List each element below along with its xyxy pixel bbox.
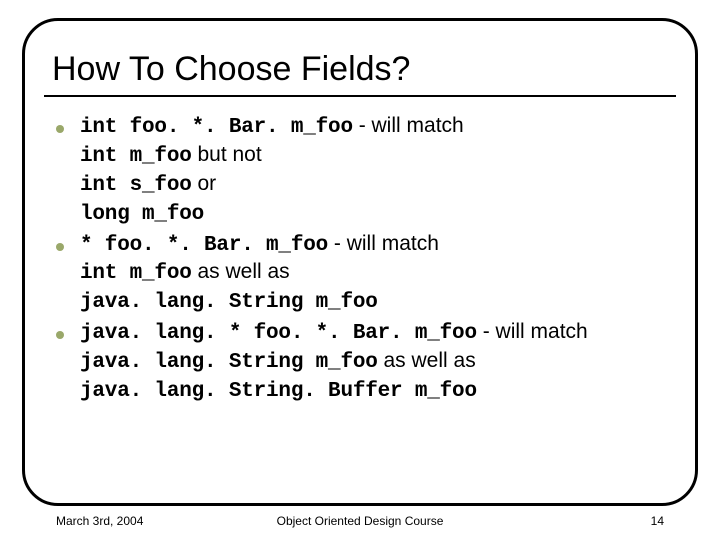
connector-text: - will match [328, 232, 439, 255]
footer-date: March 3rd, 2004 [56, 514, 235, 528]
code-pattern: * foo. *. Bar. m_foo [80, 234, 328, 257]
connector-text: - will match [353, 114, 464, 137]
footer-page-number: 14 [485, 514, 664, 528]
slide-footer: March 3rd, 2004 Object Oriented Design C… [0, 514, 720, 528]
code-example: java. lang. String. Buffer m_foo [80, 380, 477, 403]
footer-course: Object Oriented Design Course [235, 514, 485, 528]
code-example: java. lang. String m_foo [80, 291, 378, 314]
example-text: but not [192, 143, 262, 166]
example-text: as well as [378, 349, 476, 372]
example-text: as well as [192, 260, 290, 283]
list-item: int foo. *. Bar. m_foo - will match int … [56, 113, 676, 229]
slide-title: How To Choose Fields? [44, 50, 676, 89]
example-text: or [192, 172, 217, 195]
code-pattern: java. lang. * foo. *. Bar. m_foo [80, 322, 477, 345]
code-example: int s_foo [80, 174, 192, 197]
bullet-icon [56, 243, 64, 251]
code-example: int m_foo [80, 262, 192, 285]
list-item-body: int foo. *. Bar. m_foo - will match int … [80, 113, 676, 229]
bullet-icon [56, 331, 64, 339]
code-example: int m_foo [80, 145, 192, 168]
code-example: java. lang. String m_foo [80, 351, 378, 374]
content-area: int foo. *. Bar. m_foo - will match int … [44, 113, 676, 406]
list-item: java. lang. * foo. *. Bar. m_foo - will … [56, 319, 676, 406]
list-item-body: * foo. *. Bar. m_foo - will match int m_… [80, 231, 676, 318]
list-item: * foo. *. Bar. m_foo - will match int m_… [56, 231, 676, 318]
connector-text: - will match [477, 320, 588, 343]
slide: How To Choose Fields? int foo. *. Bar. m… [0, 0, 720, 540]
list-item-body: java. lang. * foo. *. Bar. m_foo - will … [80, 319, 676, 406]
code-pattern: int foo. *. Bar. m_foo [80, 116, 353, 139]
code-example: long m_foo [80, 203, 204, 226]
title-divider [44, 95, 676, 97]
bullet-icon [56, 125, 64, 133]
